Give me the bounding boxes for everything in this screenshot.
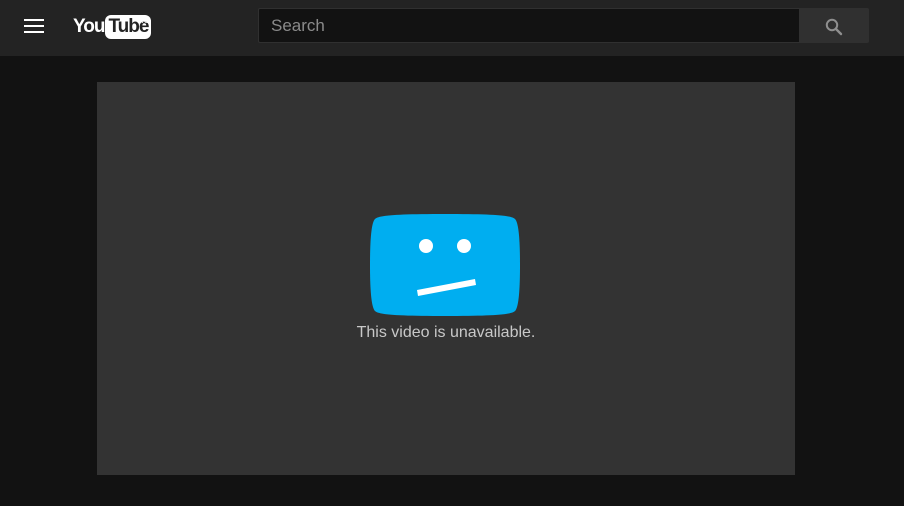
search-icon bbox=[825, 18, 843, 36]
youtube-logo[interactable]: You Tube RO bbox=[73, 14, 152, 40]
logo-text-you: You bbox=[73, 16, 106, 37]
search-button[interactable] bbox=[799, 8, 869, 43]
error-message: This video is unavailable. bbox=[356, 324, 536, 341]
menu-button[interactable] bbox=[22, 16, 46, 40]
search-input[interactable] bbox=[259, 9, 799, 42]
hamburger-menu-icon bbox=[24, 19, 44, 21]
masthead: You Tube RO bbox=[0, 0, 904, 56]
sad-face-icon bbox=[370, 214, 520, 316]
search-box bbox=[258, 8, 799, 43]
video-player[interactable]: This video is unavailable. bbox=[97, 82, 795, 475]
country-code: RO bbox=[137, 15, 151, 25]
